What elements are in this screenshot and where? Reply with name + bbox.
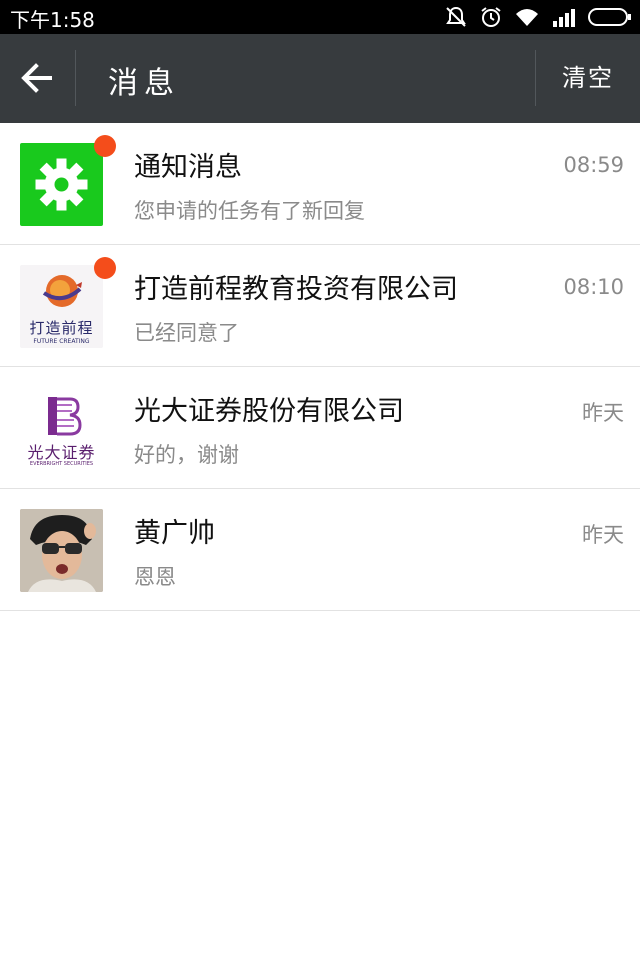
message-sender: 打造前程教育投资有限公司 xyxy=(134,274,458,305)
message-preview: 已经同意了 xyxy=(134,321,239,345)
status-time: 下午1:58 xyxy=(10,8,95,32)
message-item[interactable]: 打造前程 FUTURE CREATING 打造前程教育投资有限公司 已经同意了 … xyxy=(0,245,640,367)
message-sender: 黄广帅 xyxy=(134,518,215,549)
mute-icon xyxy=(444,5,468,29)
notification-avatar xyxy=(20,143,103,226)
message-time: 昨天 xyxy=(582,523,624,547)
logo-text: 打造前程 xyxy=(29,319,94,337)
future-creating-logo: 打造前程 FUTURE CREATING xyxy=(20,265,103,348)
wifi-icon xyxy=(514,6,540,28)
status-icons xyxy=(444,4,632,30)
clear-button[interactable]: 清空 xyxy=(536,34,640,123)
status-bar: 下午1:58 xyxy=(0,0,640,34)
user-photo xyxy=(20,509,103,592)
header-bar: 消息 清空 xyxy=(0,34,640,123)
logo-subtext: FUTURE CREATING xyxy=(33,338,90,345)
message-sender: 光大证券股份有限公司 xyxy=(134,396,404,427)
logo-text: 光大证券 xyxy=(27,443,96,462)
alarm-icon xyxy=(480,6,502,28)
header-divider xyxy=(75,50,76,106)
message-preview: 您申请的任务有了新回复 xyxy=(134,199,365,223)
gear-icon xyxy=(20,158,103,226)
message-item[interactable]: 通知消息 您申请的任务有了新回复 08:59 xyxy=(0,123,640,245)
battery-icon xyxy=(588,7,632,27)
unread-dot xyxy=(94,135,116,157)
page-title: 消息 xyxy=(108,66,180,101)
message-sender: 通知消息 xyxy=(134,152,242,183)
message-time: 昨天 xyxy=(582,401,624,425)
message-item[interactable]: 黄广帅 恩恩 昨天 xyxy=(0,489,640,611)
message-preview: 好的，谢谢 xyxy=(134,443,239,467)
unread-dot xyxy=(94,257,116,279)
message-preview: 恩恩 xyxy=(134,565,176,589)
message-list: 通知消息 您申请的任务有了新回复 08:59 打造前程 FUTURE CREAT… xyxy=(0,123,640,611)
logo-subtext: EVERBRIGHT SECURITIES xyxy=(29,461,94,467)
everbright-logo: 光大证券 EVERBRIGHT SECURITIES xyxy=(20,387,103,470)
back-button[interactable] xyxy=(0,34,76,123)
message-time: 08:10 xyxy=(563,275,624,299)
message-time: 08:59 xyxy=(563,153,624,177)
empty-area xyxy=(0,611,640,960)
signal-icon xyxy=(552,7,576,27)
message-item[interactable]: 光大证券 EVERBRIGHT SECURITIES 光大证券股份有限公司 好的… xyxy=(0,367,640,489)
